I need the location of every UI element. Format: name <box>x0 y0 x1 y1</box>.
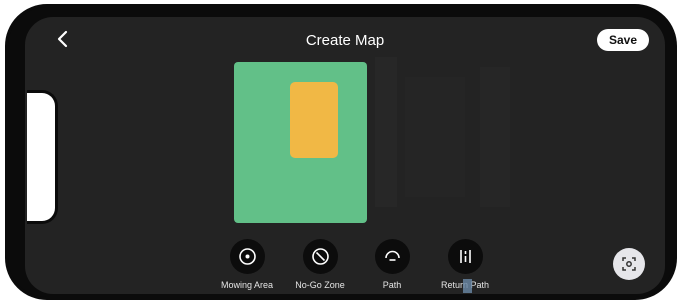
map-texture <box>405 77 465 197</box>
no-entry-icon <box>311 248 329 265</box>
page-title: Create Map <box>305 32 385 49</box>
mowing-area-label: Mowing Area <box>220 280 274 290</box>
text-cursor <box>463 279 472 293</box>
return-path-button[interactable] <box>447 239 483 274</box>
toolbar-item-no-go-zone[interactable]: No-Go Zone <box>285 239 355 290</box>
locate-button[interactable] <box>613 248 645 280</box>
target-circle-icon <box>238 248 256 265</box>
path-button[interactable] <box>374 239 410 274</box>
no-go-zone-shape[interactable] <box>290 82 338 158</box>
locate-icon <box>622 257 636 271</box>
map-texture <box>480 67 510 207</box>
toolbar-item-path[interactable]: Path <box>357 239 427 290</box>
save-button[interactable]: Save <box>597 29 649 51</box>
map-texture <box>375 57 397 207</box>
path-icon <box>384 250 400 261</box>
no-go-zone-button[interactable] <box>302 239 338 274</box>
side-notch <box>27 90 58 224</box>
mowing-area-shape[interactable] <box>234 62 367 223</box>
no-go-zone-label: No-Go Zone <box>295 280 345 290</box>
return-path-icon <box>459 250 471 263</box>
phone-frame: Create Map Save Mowing Area No-Go Zone P… <box>5 4 677 300</box>
toolbar-item-mowing-area[interactable]: Mowing Area <box>212 239 282 290</box>
path-label: Path <box>382 280 402 290</box>
app-screen: Create Map Save Mowing Area No-Go Zone P… <box>25 17 665 294</box>
mowing-area-button[interactable] <box>229 239 265 274</box>
